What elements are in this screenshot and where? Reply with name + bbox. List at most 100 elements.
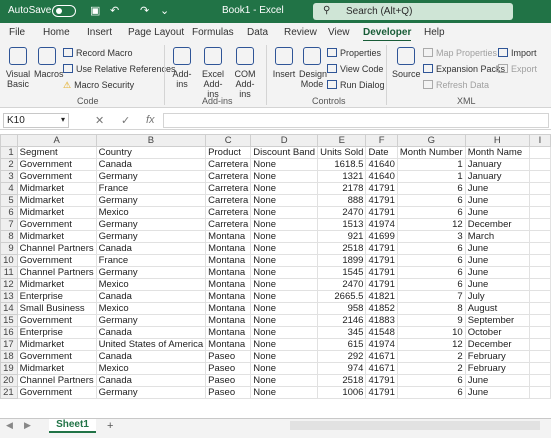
cell[interactable] — [528, 254, 551, 267]
cell[interactable] — [528, 170, 551, 183]
cell[interactable]: 1545 — [317, 266, 367, 279]
view-code-button[interactable]: View Code — [327, 64, 383, 74]
com-addins-button[interactable]: COM Add-ins — [230, 47, 260, 99]
cell[interactable]: January — [464, 170, 530, 183]
cell[interactable]: Montana — [205, 314, 252, 327]
excel-addins-button[interactable]: Excel Add-ins — [199, 47, 227, 99]
cell[interactable]: 292 — [317, 350, 367, 363]
addins-button[interactable]: Add-ins — [170, 47, 194, 89]
cell[interactable]: December — [464, 338, 530, 351]
cell[interactable]: June — [464, 194, 530, 207]
cell[interactable]: Montana — [205, 290, 252, 303]
relative-references-button[interactable]: Use Relative References — [63, 64, 176, 74]
row-header[interactable]: 20 — [0, 374, 18, 387]
cell[interactable]: Canada — [95, 374, 207, 387]
source-button[interactable]: Source — [392, 47, 421, 79]
cell[interactable]: July — [464, 290, 530, 303]
cell[interactable]: Government — [16, 218, 97, 231]
cell[interactable]: Country — [95, 146, 207, 159]
cell[interactable]: Germany — [95, 194, 207, 207]
column-header[interactable]: D — [250, 134, 319, 147]
cell[interactable]: 615 — [317, 338, 367, 351]
tab-data[interactable]: Data — [247, 27, 268, 38]
cell[interactable]: 1006 — [317, 386, 367, 399]
save-icon[interactable]: ▣ — [90, 4, 100, 17]
cell[interactable]: None — [250, 290, 319, 303]
cell[interactable]: 41791 — [365, 206, 398, 219]
row-header[interactable]: 1 — [0, 146, 18, 159]
cell[interactable]: Montana — [205, 254, 252, 267]
expansion-packs-button[interactable]: Expansion Packs — [423, 64, 505, 74]
cell[interactable]: June — [464, 254, 530, 267]
cell[interactable]: September — [464, 314, 530, 327]
previous-sheet-icon[interactable]: ◀ — [6, 420, 13, 431]
column-header[interactable]: H — [464, 134, 530, 147]
cell[interactable]: Enterprise — [16, 326, 97, 339]
cell[interactable] — [528, 362, 551, 375]
macro-security-button[interactable]: ⚠ Macro Security — [63, 80, 134, 91]
cell[interactable] — [528, 326, 551, 339]
run-dialog-button[interactable]: Run Dialog — [327, 80, 385, 90]
cell[interactable]: Carretera — [205, 194, 252, 207]
row-header[interactable]: 7 — [0, 218, 18, 231]
tab-help[interactable]: Help — [424, 27, 445, 38]
import-button[interactable]: Import — [498, 48, 537, 58]
cell[interactable]: 41548 — [365, 326, 398, 339]
cell[interactable]: France — [95, 182, 207, 195]
cell[interactable]: 41791 — [365, 194, 398, 207]
autosave-toggle[interactable] — [52, 5, 76, 17]
cell[interactable] — [528, 158, 551, 171]
cell[interactable]: 1618.5 — [317, 158, 367, 171]
cell[interactable]: Government — [16, 170, 97, 183]
row-header[interactable]: 3 — [0, 170, 18, 183]
cell[interactable]: None — [250, 194, 319, 207]
cell[interactable]: 41974 — [365, 218, 398, 231]
row-header[interactable]: 10 — [0, 254, 18, 267]
cell[interactable]: Montana — [205, 338, 252, 351]
cell[interactable]: 41791 — [365, 254, 398, 267]
cell[interactable]: 2 — [396, 350, 466, 363]
cell[interactable] — [528, 242, 551, 255]
cell[interactable]: 958 — [317, 302, 367, 315]
cell[interactable]: 41671 — [365, 362, 398, 375]
cell[interactable]: Midmarket — [16, 206, 97, 219]
cell[interactable]: 2665.5 — [317, 290, 367, 303]
properties-button[interactable]: Properties — [327, 48, 381, 58]
row-header[interactable]: 8 — [0, 230, 18, 243]
column-header[interactable]: B — [95, 134, 207, 147]
cell[interactable]: France — [95, 254, 207, 267]
cell[interactable]: 41821 — [365, 290, 398, 303]
cell[interactable]: January — [464, 158, 530, 171]
cell[interactable]: 2518 — [317, 374, 367, 387]
cell[interactable]: None — [250, 314, 319, 327]
cell[interactable]: 41852 — [365, 302, 398, 315]
row-header[interactable]: 2 — [0, 158, 18, 171]
cell[interactable] — [528, 374, 551, 387]
cell[interactable] — [528, 290, 551, 303]
tab-review[interactable]: Review — [284, 27, 317, 38]
cell[interactable]: Canada — [95, 242, 207, 255]
row-header[interactable]: 18 — [0, 350, 18, 363]
column-header[interactable]: E — [317, 134, 367, 147]
cell[interactable]: March — [464, 230, 530, 243]
cell[interactable]: Date — [365, 146, 398, 159]
cell[interactable]: None — [250, 362, 319, 375]
cell[interactable]: June — [464, 386, 530, 399]
row-header[interactable]: 11 — [0, 266, 18, 279]
add-sheet-button[interactable]: + — [107, 420, 113, 432]
cell[interactable]: 2518 — [317, 242, 367, 255]
cell[interactable]: 1 — [396, 158, 466, 171]
cell[interactable]: 6 — [396, 242, 466, 255]
formula-input[interactable] — [163, 113, 549, 128]
cell[interactable]: Montana — [205, 326, 252, 339]
cell[interactable]: Midmarket — [16, 278, 97, 291]
cell[interactable]: Midmarket — [16, 182, 97, 195]
cell[interactable]: 41791 — [365, 278, 398, 291]
cell[interactable]: Discount Band — [250, 146, 319, 159]
cell[interactable]: 6 — [396, 374, 466, 387]
cell[interactable]: 6 — [396, 206, 466, 219]
cell[interactable]: February — [464, 350, 530, 363]
cell[interactable]: None — [250, 206, 319, 219]
cell[interactable]: Small Business — [16, 302, 97, 315]
cell[interactable] — [528, 146, 551, 159]
